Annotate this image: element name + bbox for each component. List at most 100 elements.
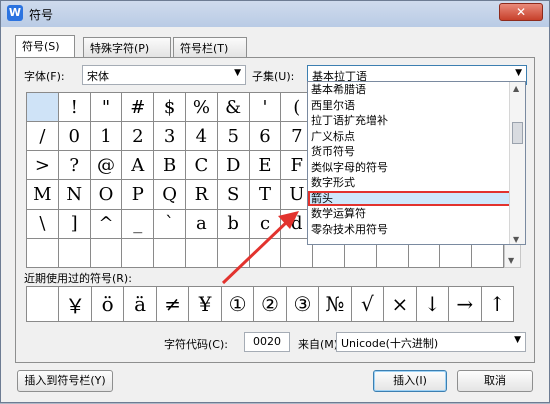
recent-symbol-cell[interactable]: ↑	[481, 287, 514, 322]
symbol-cell[interactable]: O	[90, 180, 123, 210]
font-select[interactable]: 宋体 ▼	[82, 65, 246, 85]
wps-logo-icon: W	[7, 5, 23, 21]
symbol-cell[interactable]: _	[122, 209, 155, 239]
subset-option[interactable]: 西里尔语	[308, 98, 525, 114]
recent-symbols-label: 近期使用过的符号(R):	[24, 272, 132, 285]
subset-option[interactable]: 拉丁语扩充增补	[308, 113, 525, 129]
symbol-cell[interactable]: #	[122, 93, 155, 123]
symbol-cell[interactable]: C	[185, 151, 218, 181]
symbol-cell[interactable]: T	[249, 180, 282, 210]
recent-symbol-cell[interactable]: ↓	[416, 287, 450, 322]
symbol-cell[interactable]: ?	[58, 151, 91, 181]
insert-button[interactable]: 插入(I)	[373, 370, 447, 392]
symbol-cell[interactable]	[27, 93, 59, 123]
dialog-title: 符号	[29, 8, 54, 22]
chevron-down-icon: ▼	[515, 68, 522, 78]
symbol-cell[interactable]: D	[217, 151, 250, 181]
scroll-down-icon[interactable]: ▼	[513, 235, 519, 244]
recent-symbol-cell[interactable]: ä	[124, 287, 157, 322]
symbol-cell[interactable]: B	[154, 151, 186, 181]
symbol-cell[interactable]: Q	[154, 180, 186, 210]
symbol-cell[interactable]: @	[90, 151, 123, 181]
recent-symbol-cell[interactable]: №	[319, 287, 352, 322]
encoding-select[interactable]: Unicode(十六进制) ▼	[336, 332, 526, 352]
subset-option[interactable]: 数字形式	[308, 175, 525, 191]
symbol-cell[interactable]: 6	[249, 122, 282, 152]
subset-option[interactable]: 数学运算符	[308, 206, 525, 222]
symbol-dialog: W 符号 ✕ 符号(S) 特殊字符(P) 符号栏(T) 字体(F): 宋体 ▼ …	[0, 0, 550, 403]
symbol-cell[interactable]: ^	[90, 209, 123, 239]
recent-symbol-cell[interactable]	[27, 287, 60, 322]
symbol-cell[interactable]: N	[58, 180, 91, 210]
from-label: 来自(M)	[298, 338, 339, 351]
symbol-cell[interactable]: 2	[122, 122, 155, 152]
recent-symbol-cell[interactable]: ￥	[59, 287, 92, 322]
char-code-input[interactable]: 0020	[244, 332, 290, 352]
close-button[interactable]: ✕	[499, 3, 543, 21]
symbol-cell[interactable]: S	[217, 180, 250, 210]
subset-option[interactable]: 类似字母的符号	[308, 160, 525, 176]
symbol-cell[interactable]: c	[249, 209, 282, 239]
symbol-cell[interactable]	[58, 238, 91, 268]
symbol-cell[interactable]: a	[185, 209, 218, 239]
scroll-thumb[interactable]	[512, 122, 523, 144]
symbol-cell[interactable]: P	[122, 180, 155, 210]
subset-option[interactable]: 基本希腊语	[308, 82, 525, 98]
chevron-down-icon: ▼	[234, 68, 241, 78]
scroll-up-icon[interactable]: ▲	[513, 84, 519, 93]
insert-to-symbol-bar-button[interactable]: 插入到符号栏(Y)	[17, 370, 113, 392]
symbol-cell[interactable]: !	[58, 93, 91, 123]
symbol-cell[interactable]: E	[249, 151, 282, 181]
dropdown-scrollbar[interactable]: ▲ ▼	[509, 82, 525, 244]
symbol-cell[interactable]: ]	[58, 209, 91, 239]
tab-symbol-bar[interactable]: 符号栏(T)	[173, 37, 247, 57]
recent-symbol-cell[interactable]: ×	[384, 287, 417, 322]
symbol-cell[interactable]	[154, 238, 186, 268]
chevron-down-icon: ▼	[514, 335, 521, 345]
symbol-cell[interactable]: M	[27, 180, 59, 210]
symbol-cell[interactable]: "	[90, 93, 123, 123]
recent-symbol-cell[interactable]: ③	[286, 287, 320, 322]
title-bar[interactable]: W 符号 ✕	[1, 1, 549, 27]
symbol-cell[interactable]: 0	[58, 122, 91, 152]
symbol-cell[interactable]	[185, 238, 218, 268]
symbol-cell[interactable]: 5	[217, 122, 250, 152]
symbol-cell[interactable]	[217, 238, 250, 268]
subset-option[interactable]: 箭头	[308, 190, 525, 206]
symbol-cell[interactable]	[27, 238, 59, 268]
symbol-cell[interactable]: \	[27, 209, 59, 239]
symbol-cell[interactable]: A	[122, 151, 155, 181]
subset-option[interactable]: 货币符号	[308, 144, 525, 160]
recent-symbol-cell[interactable]: ≠	[156, 287, 190, 322]
font-value: 宋体	[87, 70, 109, 83]
symbol-cell[interactable]: &	[217, 93, 250, 123]
symbol-cell[interactable]: >	[27, 151, 59, 181]
cancel-button[interactable]: 取消	[457, 370, 533, 392]
symbol-cell[interactable]: '	[249, 93, 282, 123]
symbol-cell[interactable]: 4	[185, 122, 218, 152]
symbol-cell[interactable]	[90, 238, 123, 268]
symbol-cell[interactable]	[122, 238, 155, 268]
recent-symbol-cell[interactable]: ¥	[189, 287, 222, 322]
symbol-cell[interactable]: $	[154, 93, 186, 123]
subset-option[interactable]: 广义标点	[308, 129, 525, 145]
recent-symbol-cell[interactable]: →	[449, 287, 482, 322]
recent-symbol-cell[interactable]: √	[351, 287, 385, 322]
tab-symbols[interactable]: 符号(S)	[15, 35, 75, 57]
recent-symbol-cell[interactable]: ②	[254, 287, 287, 322]
symbol-cell[interactable]: %	[185, 93, 218, 123]
tab-special-chars[interactable]: 特殊字符(P)	[83, 37, 171, 57]
recent-symbol-cell[interactable]: ö	[91, 287, 125, 322]
recent-symbols-grid: ￥ ö ä ≠ ¥ ① ② ③ № √ × ↓ → ↑	[26, 286, 514, 322]
scroll-down-icon[interactable]: ▼	[508, 256, 514, 265]
recent-symbol-cell[interactable]: ①	[221, 287, 255, 322]
symbol-cell[interactable]: b	[217, 209, 250, 239]
symbol-cell[interactable]: 1	[90, 122, 123, 152]
symbol-cell[interactable]: R	[185, 180, 218, 210]
symbol-cell[interactable]: 3	[154, 122, 186, 152]
subset-option[interactable]: 零杂技术用符号	[308, 222, 525, 238]
symbol-cell[interactable]: /	[27, 122, 59, 152]
symbol-cell[interactable]: `	[154, 209, 186, 239]
subset-dropdown-list[interactable]: 基本希腊语 西里尔语 拉丁语扩充增补 广义标点 货币符号 类似字母的符号 数字形式 箭头 数学运…	[307, 81, 526, 245]
symbol-cell[interactable]	[249, 238, 282, 268]
